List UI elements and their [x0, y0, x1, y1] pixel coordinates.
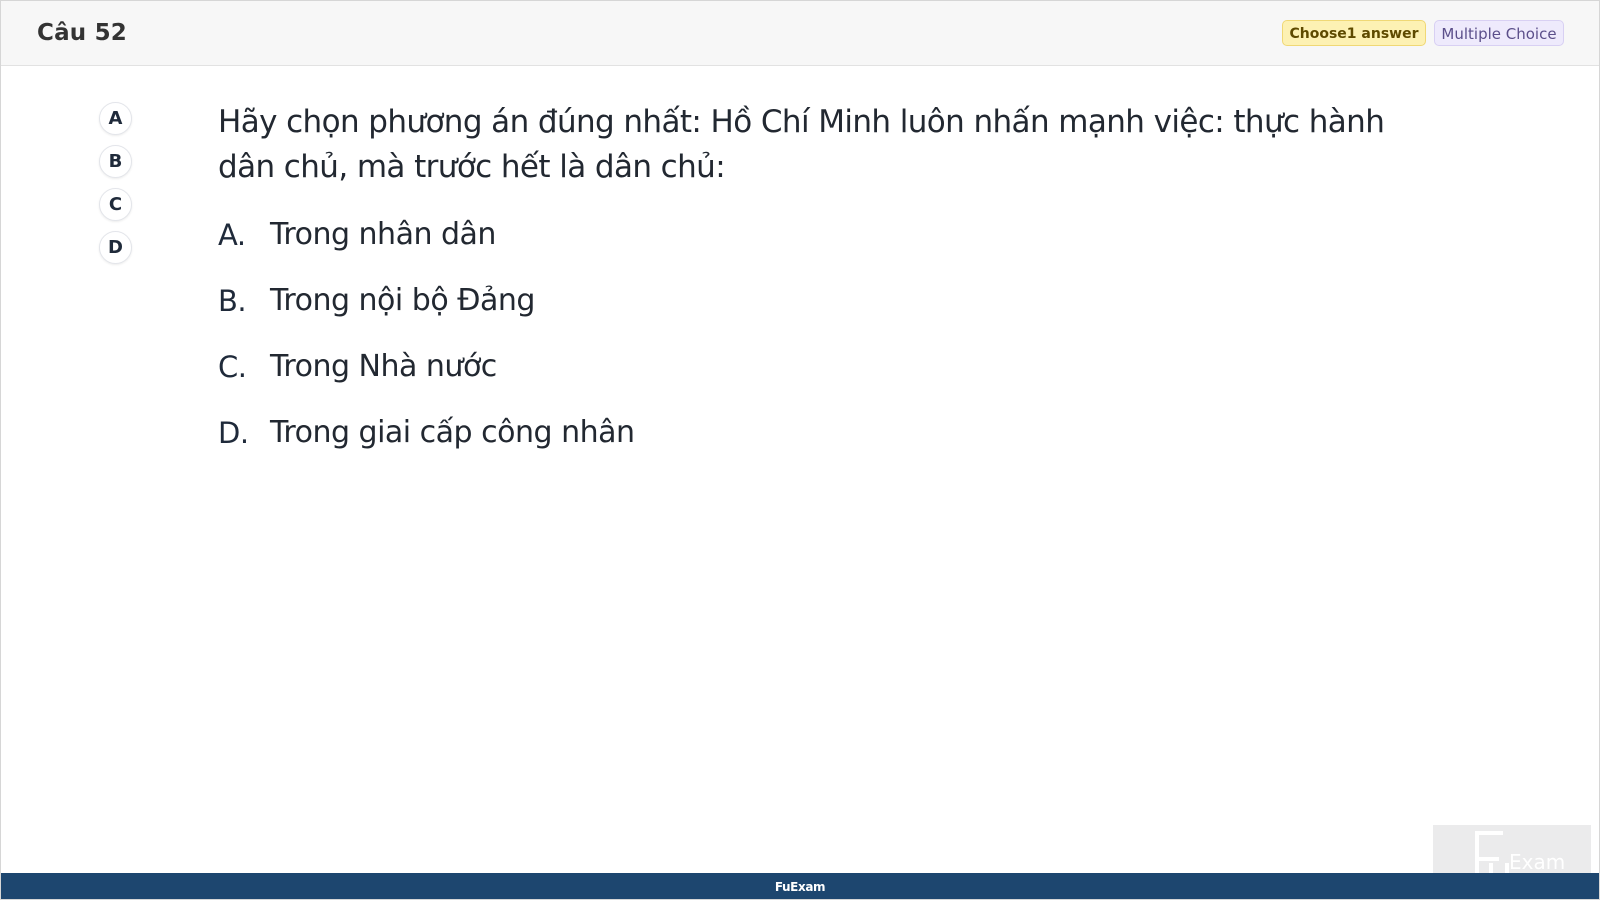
nav-answer-b-button[interactable]: B — [99, 145, 132, 178]
answer-option-b[interactable]: B. Trong nội bộ Đảng — [218, 280, 1118, 346]
answer-list: A. Trong nhân dân B. Trong nội bộ Đảng C… — [218, 214, 1118, 478]
nav-answer-c-button[interactable]: C — [99, 188, 132, 221]
answer-letter: A. — [218, 218, 246, 252]
answer-option-d[interactable]: D. Trong giai cấp công nhân — [218, 412, 1118, 478]
answer-letter: C. — [218, 350, 247, 384]
multiple-choice-badge: Multiple Choice — [1434, 20, 1564, 46]
question-header: Câu 52 Choose1 answer Multiple Choice — [1, 1, 1599, 66]
answer-letter: B. — [218, 284, 247, 318]
answer-option-c[interactable]: C. Trong Nhà nước — [218, 346, 1118, 412]
watermark-text: Exam — [1509, 850, 1565, 874]
answer-text: Trong giai cấp công nhân — [270, 415, 635, 450]
answer-text: Trong Nhà nước — [270, 349, 497, 384]
footer-bar: FuExam — [1, 873, 1599, 899]
answer-text: Trong nội bộ Đảng — [270, 283, 535, 318]
answer-text: Trong nhân dân — [270, 217, 496, 252]
question-text: Hãy chọn phương án đúng nhất: Hồ Chí Min… — [218, 104, 1385, 185]
question-number: Câu 52 — [37, 20, 127, 46]
choose-one-answer-badge: Choose1 answer — [1282, 20, 1426, 46]
answer-letter: D. — [218, 416, 249, 450]
exam-page: Câu 52 Choose1 answer Multiple Choice A … — [0, 0, 1600, 900]
nav-answer-a-button[interactable]: A — [99, 102, 132, 135]
nav-answer-d-button[interactable]: D — [99, 231, 132, 264]
answer-option-a[interactable]: A. Trong nhân dân — [218, 214, 1118, 280]
answer-navigator: A B C D — [99, 102, 135, 274]
